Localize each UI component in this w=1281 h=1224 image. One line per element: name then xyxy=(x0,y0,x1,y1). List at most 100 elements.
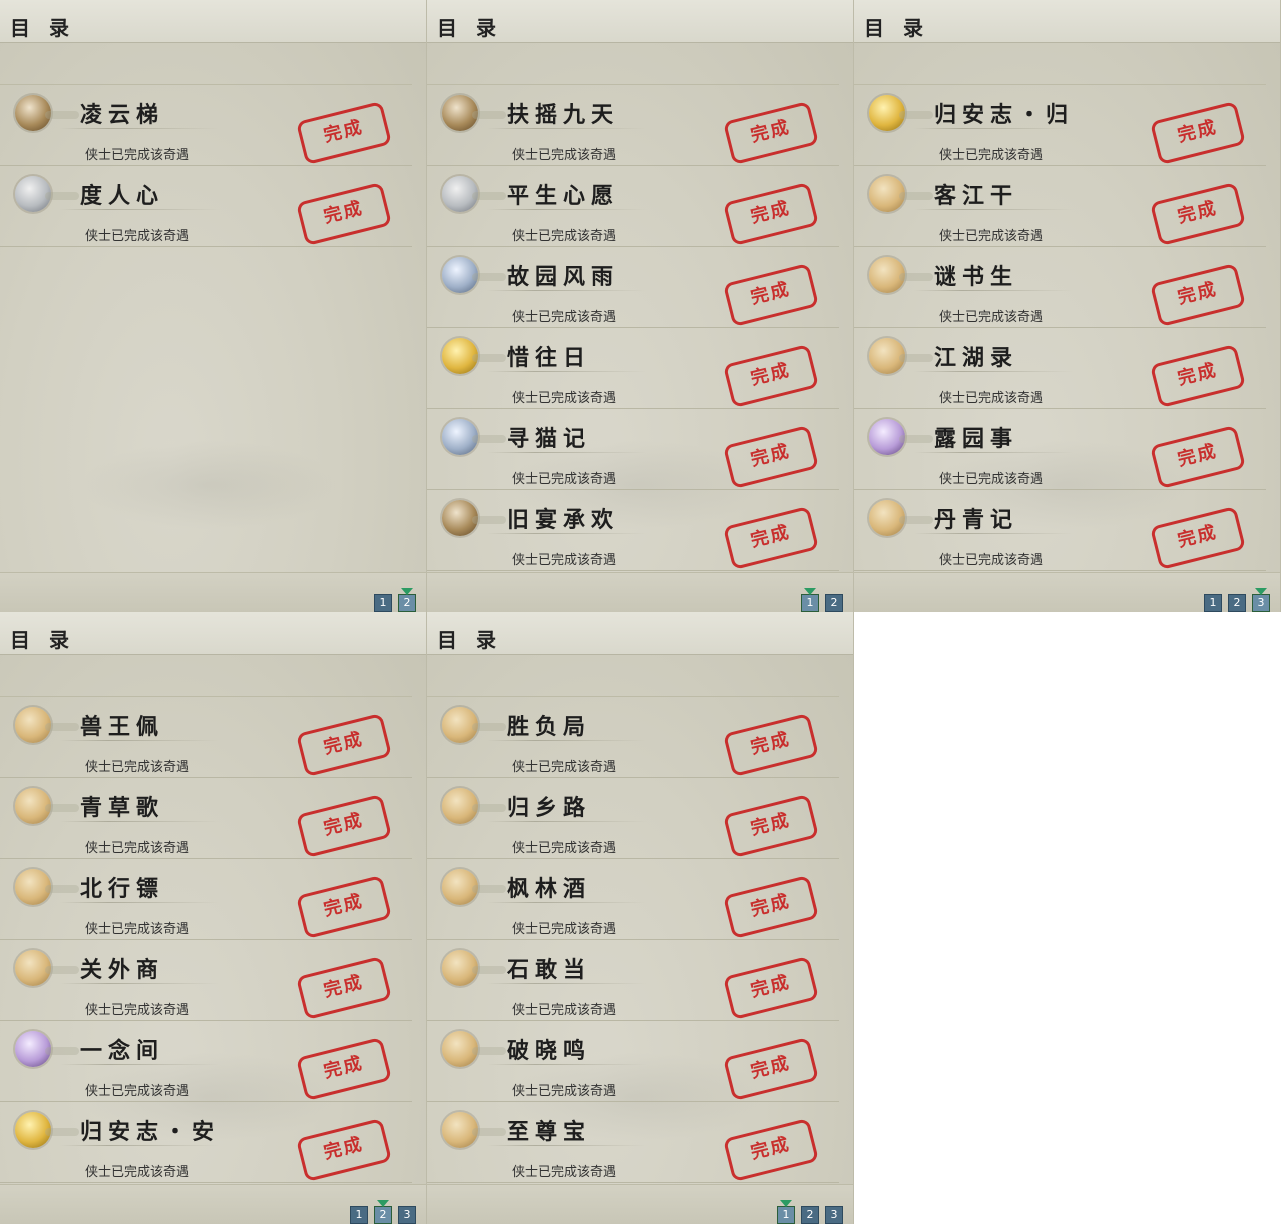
adventure-row[interactable]: 归乡路 侠士已完成该奇遇 完成 xyxy=(427,778,839,859)
panel-footer: 123 xyxy=(427,1184,853,1224)
page-button-2[interactable]: 2 xyxy=(374,1200,392,1224)
adventure-list: 扶摇九天 侠士已完成该奇遇 完成 平生心愿 侠士已完成该奇遇 完成 故园风雨 侠士已完成该奇遇… xyxy=(427,85,839,571)
completed-stamp: 完成 xyxy=(1149,344,1247,408)
page-button-2[interactable]: 2 xyxy=(801,1206,819,1224)
completed-stamp: 完成 xyxy=(295,875,393,939)
title-underline xyxy=(487,209,647,210)
adventure-title: 至尊宝 xyxy=(507,1119,592,1145)
completion-status: 侠士已完成该奇遇 xyxy=(939,229,1044,244)
adventure-row[interactable]: 故园风雨 侠士已完成该奇遇 完成 xyxy=(427,247,839,328)
completion-status: 侠士已完成该奇遇 xyxy=(939,310,1044,325)
cat-icon xyxy=(15,869,79,905)
completion-status: 侠士已完成该奇遇 xyxy=(512,472,617,487)
adventure-row[interactable]: 关外商侠士已完成该奇遇 完成 xyxy=(0,940,412,1021)
current-page-marker-icon xyxy=(377,1200,389,1207)
adventure-row[interactable]: 惜往日 侠士已完成该奇遇 完成 xyxy=(427,328,839,409)
adventure-row[interactable]: 凌云梯 侠士已完成该奇遇 完成 xyxy=(0,85,412,166)
adventure-row[interactable]: 丹青记 侠士已完成该奇遇 完成 xyxy=(854,490,1266,571)
completion-status: 侠士已完成该奇遇 xyxy=(85,1003,190,1018)
title-underline xyxy=(60,1145,220,1146)
adventure-row[interactable]: 旧宴承欢 侠士已完成该奇遇 完成 xyxy=(427,490,839,571)
cat-icon xyxy=(869,500,933,536)
page-button-1[interactable]: 1 xyxy=(777,1200,795,1224)
adventure-title: 北行镖 xyxy=(80,876,165,902)
adventure-row[interactable]: 一念间 侠士已完成该奇遇 完成 xyxy=(0,1021,412,1102)
adventure-title: 度人心 xyxy=(80,183,165,209)
adventure-title: 枫林酒 xyxy=(507,876,592,902)
adventure-title: 谜书生 xyxy=(934,264,1019,290)
cat-icon xyxy=(442,1112,506,1148)
adventure-row[interactable]: 石敢当 侠士已完成该奇遇 完成 xyxy=(427,940,839,1021)
completion-status: 侠士已完成该奇遇 xyxy=(85,229,190,244)
title-underline xyxy=(914,452,1074,453)
page-button-3[interactable]: 3 xyxy=(1252,588,1270,612)
completion-status: 侠士已完成该奇遇 xyxy=(85,148,190,163)
title-underline xyxy=(487,1145,647,1146)
panel-title: 目 录 xyxy=(437,628,502,652)
completed-stamp: 完成 xyxy=(722,506,820,570)
completion-status: 侠士已完成该奇遇 xyxy=(512,922,617,937)
title-underline xyxy=(487,371,647,372)
adventure-list: 兽王佩 侠士已完成该奇遇 完成 青草歌 侠士已完成该奇遇 完成 北行镖 侠士已完成该奇遇 完成关… xyxy=(0,697,412,1183)
completed-stamp: 完成 xyxy=(295,182,393,246)
adventure-title: 扶摇九天 xyxy=(507,102,620,128)
page-button-1[interactable]: 1 xyxy=(374,594,392,612)
adventure-title: 破晓鸣 xyxy=(507,1038,592,1064)
adventure-title: 胜负局 xyxy=(507,714,592,740)
cat-icon xyxy=(869,257,933,293)
adventure-row[interactable]: 至尊宝 侠士已完成该奇遇 完成 xyxy=(427,1102,839,1183)
adventure-row[interactable]: 北行镖 侠士已完成该奇遇 完成 xyxy=(0,859,412,940)
pagination: 123 xyxy=(1204,588,1270,612)
adventure-row[interactable]: 平生心愿 侠士已完成该奇遇 完成 xyxy=(427,166,839,247)
adventure-title: 石敢当 xyxy=(507,957,592,983)
adventure-row[interactable]: 寻猫记 侠士已完成该奇遇 完成 xyxy=(427,409,839,490)
page-button-2[interactable]: 2 xyxy=(825,594,843,612)
adventure-row[interactable]: 露园事 侠士已完成该奇遇 完成 xyxy=(854,409,1266,490)
adventure-row[interactable]: 归安志・安 侠士已完成该奇遇 完成 xyxy=(0,1102,412,1183)
page-button-1[interactable]: 1 xyxy=(1204,594,1222,612)
page-button-3[interactable]: 3 xyxy=(398,1206,416,1224)
adventure-row[interactable]: 客江干 侠士已完成该奇遇 完成 xyxy=(854,166,1266,247)
adventure-list-panel: 目 录归安志・归 侠士已完成该奇遇 完成 客江干 侠士已完成该奇遇 完成 谜书生 侠士已完成该… xyxy=(854,0,1281,612)
pagination: 12 xyxy=(801,588,843,612)
page-button-3[interactable]: 3 xyxy=(825,1206,843,1224)
golden-buddha-icon xyxy=(869,95,933,131)
cat-icon xyxy=(15,788,79,824)
adventure-row[interactable]: 破晓鸣 侠士已完成该奇遇 完成 xyxy=(427,1021,839,1102)
page-button-2[interactable]: 2 xyxy=(398,588,416,612)
adventure-row[interactable]: 谜书生 侠士已完成该奇遇 完成 xyxy=(854,247,1266,328)
adventure-list-panel: 目 录扶摇九天 侠士已完成该奇遇 完成 平生心愿 侠士已完成该奇遇 完成 故园风雨 侠士已完成… xyxy=(427,0,854,612)
adventure-row[interactable]: 度人心侠士已完成该奇遇 完成 xyxy=(0,166,412,247)
adventure-title: 关外商 xyxy=(80,957,165,983)
completed-stamp: 完成 xyxy=(295,956,393,1020)
adventure-row[interactable]: 枫林酒侠士已完成该奇遇 完成 xyxy=(427,859,839,940)
adventure-row[interactable]: 兽王佩 侠士已完成该奇遇 完成 xyxy=(0,697,412,778)
panel-footer: 123 xyxy=(854,572,1280,612)
completion-status: 侠士已完成该奇遇 xyxy=(512,760,617,775)
completion-status: 侠士已完成该奇遇 xyxy=(512,1003,617,1018)
adventure-title: 故园风雨 xyxy=(507,264,620,290)
lady-icon xyxy=(15,1031,79,1067)
page-button-1[interactable]: 1 xyxy=(350,1206,368,1224)
title-underline xyxy=(914,371,1074,372)
cat-icon xyxy=(15,950,79,986)
completed-stamp: 完成 xyxy=(722,101,820,165)
completed-stamp: 完成 xyxy=(722,263,820,327)
adventure-row[interactable]: 胜负局 侠士已完成该奇遇 完成 xyxy=(427,697,839,778)
adventure-row[interactable]: 扶摇九天 侠士已完成该奇遇 完成 xyxy=(427,85,839,166)
title-underline xyxy=(487,452,647,453)
adventure-row[interactable]: 归安志・归 侠士已完成该奇遇 完成 xyxy=(854,85,1266,166)
adventure-list-panel: 目 录兽王佩 侠士已完成该奇遇 完成 青草歌 侠士已完成该奇遇 完成 北行镖 侠士已完成该奇遇… xyxy=(0,612,427,1224)
page-button-1[interactable]: 1 xyxy=(801,588,819,612)
adventure-row[interactable]: 江湖录 侠士已完成该奇遇 完成 xyxy=(854,328,1266,409)
cat-icon xyxy=(15,707,79,743)
panel-footer: 12 xyxy=(0,572,426,612)
cat-icon xyxy=(442,869,506,905)
page-button-2[interactable]: 2 xyxy=(1228,594,1246,612)
completed-stamp: 完成 xyxy=(1149,182,1247,246)
fan-icon xyxy=(442,257,506,293)
adventure-row[interactable]: 青草歌 侠士已完成该奇遇 完成 xyxy=(0,778,412,859)
cat-icon xyxy=(442,950,506,986)
completed-stamp: 完成 xyxy=(722,875,820,939)
panel-footer: 12 xyxy=(427,572,853,612)
